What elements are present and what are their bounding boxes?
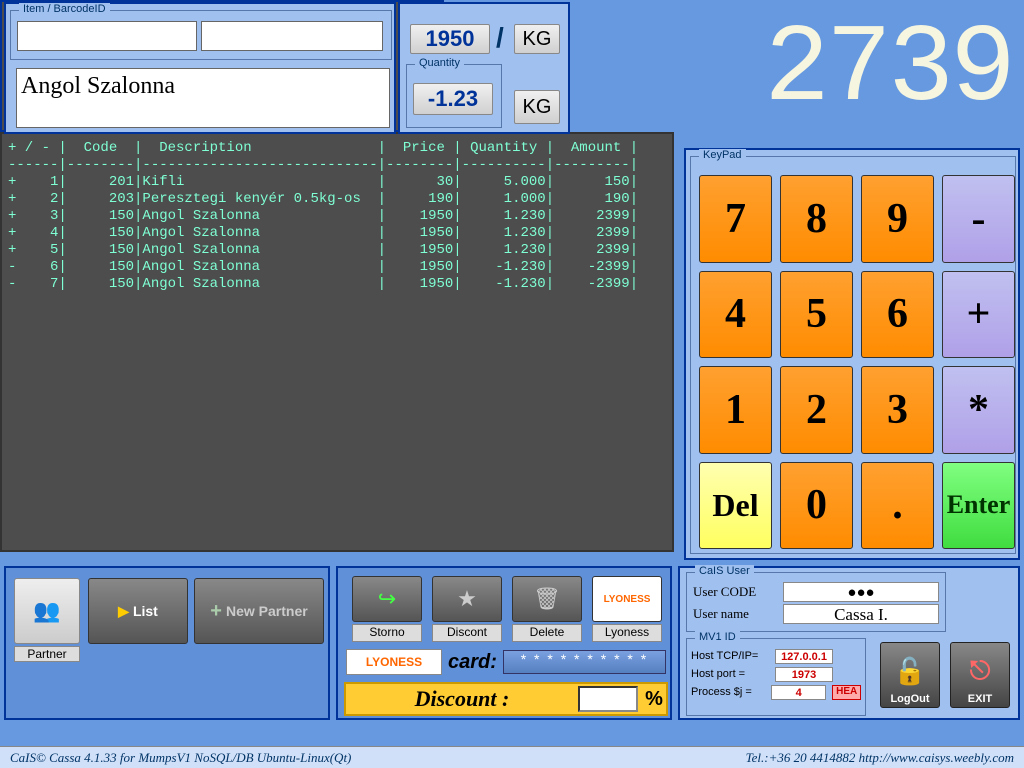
- user-name-label: User name: [693, 606, 783, 622]
- price-quantity-panel: 1950 / KG Quantity -1.23 KG: [398, 2, 570, 134]
- keypad-key-0[interactable]: 0: [780, 462, 853, 550]
- barcode-input-1[interactable]: [17, 21, 197, 51]
- quantity-legend-title: Quantity: [415, 57, 464, 69]
- user-code-label: User CODE: [693, 584, 783, 600]
- discount-label: Discount :: [346, 686, 578, 712]
- keypad-key--[interactable]: -: [942, 175, 1015, 263]
- host-port-value: 1973: [775, 667, 833, 682]
- keypad-key-enter[interactable]: Enter: [942, 462, 1015, 550]
- keypad-panel: KeyPad 789- 456+123* Del0.Enter: [684, 148, 1020, 560]
- keypad-legend-title: KeyPad: [699, 149, 746, 161]
- item-barcode-panel: Item / BarcodeID Angol Szalonna: [4, 2, 396, 134]
- keypad-key-2[interactable]: 2: [780, 366, 853, 454]
- user-name-row: User name Cassa I.: [693, 603, 939, 625]
- status-right: Tel.:+36 20 4414882 http://www.caisys.we…: [746, 750, 1014, 766]
- host-port-label: Host port =: [691, 668, 771, 680]
- cais-user-legend: CaIS User: [695, 565, 754, 577]
- lock-icon: 🔓: [894, 656, 926, 687]
- exit-label: EXIT: [968, 693, 992, 705]
- people-icon: 👥: [33, 598, 60, 624]
- delete-label: Delete: [512, 624, 582, 642]
- host-ip-value: 127.0.0.1: [775, 649, 833, 664]
- keypad-grid: 789- 456+123* Del0.Enter: [699, 175, 1015, 549]
- keypad-legend-box: KeyPad 789-456+123*Del0.Enter: [690, 156, 1016, 554]
- lyoness-logo: LYONESS: [604, 594, 651, 605]
- star-icon: ★: [457, 586, 477, 612]
- cais-user-box: CaIS User User CODE ●●● User name Cassa …: [686, 572, 946, 632]
- storno-label: Storno: [352, 624, 422, 642]
- lyoness-label: Lyoness: [592, 624, 662, 642]
- partner-button[interactable]: 👥: [14, 578, 80, 644]
- keypad-key-1[interactable]: 1: [699, 366, 772, 454]
- total-display-value: 2739: [764, 8, 1012, 133]
- keypad-key-+[interactable]: +: [942, 271, 1015, 359]
- action-panel: ↪ Storno ★ Discont 🗑 Delete LYONESS Lyon…: [336, 566, 672, 720]
- list-button-label: List: [133, 603, 158, 619]
- status-bar: CaIS© Cassa 4.1.33 for MumpsV1 NoSQL/DB …: [0, 746, 1024, 768]
- keypad-key-*[interactable]: *: [942, 366, 1015, 454]
- list-icon: ▶: [118, 603, 129, 620]
- trash-icon: 🗑: [533, 586, 561, 612]
- quantity-field[interactable]: -1.23: [413, 83, 493, 115]
- keypad-key-9[interactable]: 9: [861, 175, 934, 263]
- new-partner-button[interactable]: + New Partner: [194, 578, 324, 644]
- keypad-key-4[interactable]: 4: [699, 271, 772, 359]
- item-legend-box: Item / BarcodeID: [10, 10, 392, 60]
- unit-button-2[interactable]: KG: [514, 90, 560, 124]
- list-button[interactable]: ▶ List: [88, 578, 188, 644]
- keypad-key-7[interactable]: 7: [699, 175, 772, 263]
- lyoness-button[interactable]: LYONESS: [592, 576, 662, 622]
- exit-icon: ⎋: [970, 655, 991, 687]
- keypad-key-.[interactable]: .: [861, 462, 934, 550]
- keypad-key-6[interactable]: 6: [861, 271, 934, 359]
- process-label: Process $j =: [691, 686, 767, 698]
- card-label: card:: [448, 651, 497, 674]
- card-number-field[interactable]: * * * * * * * * * *: [503, 650, 666, 674]
- hea-badge[interactable]: HEA: [832, 685, 861, 700]
- lyoness-logo-small: LYONESS: [346, 649, 442, 675]
- user-code-value[interactable]: ●●●: [783, 582, 939, 602]
- keypad-key-del[interactable]: Del: [699, 462, 772, 550]
- discount-row: Discount : %: [344, 682, 668, 716]
- discont-button[interactable]: ★: [432, 576, 502, 622]
- unit-separator: /: [496, 22, 504, 54]
- new-partner-label: New Partner: [226, 603, 308, 619]
- quantity-legend-box: Quantity -1.23: [406, 64, 502, 128]
- undo-icon: ↪: [378, 586, 396, 612]
- mv1-legend: MV1 ID: [695, 631, 740, 643]
- host-ip-label: Host TCP/IP=: [691, 650, 771, 662]
- unit-button-1[interactable]: KG: [514, 24, 560, 54]
- logout-button[interactable]: 🔓 LogOut: [880, 642, 940, 708]
- status-left: CaIS© Cassa 4.1.33 for MumpsV1 NoSQL/DB …: [10, 750, 351, 766]
- percent-label: %: [642, 688, 666, 711]
- user-panel: CaIS User User CODE ●●● User name Cassa …: [678, 566, 1020, 720]
- discont-label: Discont: [432, 624, 502, 642]
- barcode-input-2[interactable]: [201, 21, 383, 51]
- exit-button[interactable]: ⎋ EXIT: [950, 642, 1010, 708]
- logout-label: LogOut: [890, 693, 929, 705]
- item-description-field[interactable]: Angol Szalonna: [16, 68, 390, 128]
- partner-button-label: Partner: [14, 646, 80, 662]
- process-value: 4: [771, 685, 826, 700]
- item-legend-title: Item / BarcodeID: [19, 3, 110, 15]
- mv1-box: MV1 ID Host TCP/IP=127.0.0.1 Host port =…: [686, 638, 866, 716]
- keypad-key-8[interactable]: 8: [780, 175, 853, 263]
- transaction-table: + / - | Code | Description | Price | Qua…: [0, 132, 674, 552]
- plus-icon: +: [210, 600, 222, 623]
- delete-button[interactable]: 🗑: [512, 576, 582, 622]
- keypad-key-5[interactable]: 5: [780, 271, 853, 359]
- user-code-row: User CODE ●●●: [693, 581, 939, 603]
- partner-panel: 👥 Partner ▶ List + New Partner: [4, 566, 330, 720]
- user-name-value: Cassa I.: [783, 604, 939, 624]
- storno-button[interactable]: ↪: [352, 576, 422, 622]
- price-field[interactable]: 1950: [410, 24, 490, 54]
- discount-input[interactable]: [578, 686, 638, 712]
- lyoness-card-row: LYONESS card: * * * * * * * * * *: [346, 648, 666, 676]
- keypad-key-3[interactable]: 3: [861, 366, 934, 454]
